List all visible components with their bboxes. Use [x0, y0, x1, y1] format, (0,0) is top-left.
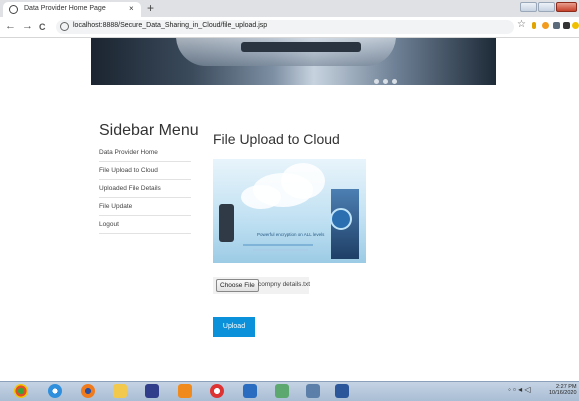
ie-icon[interactable]	[48, 384, 62, 398]
word-icon[interactable]	[335, 384, 349, 398]
globe-icon	[9, 5, 18, 14]
clock-date: 10/16/2020	[549, 390, 577, 396]
address-bar-row: ← → C localhost:8888/Secure_Data_Sharing…	[0, 17, 579, 38]
header-banner	[91, 38, 496, 85]
banner-slider-dots[interactable]	[374, 71, 401, 85]
explorer-icon[interactable]	[113, 384, 127, 398]
sidebar-item-uploaded-file-details[interactable]: Uploaded File Details	[99, 180, 191, 198]
phone-graphic	[219, 204, 234, 242]
url-field[interactable]: localhost:8888/Secure_Data_Sharing_in_Cl…	[56, 20, 514, 34]
app-icon[interactable]	[306, 384, 320, 398]
chrome-icon[interactable]	[14, 384, 28, 398]
cloud-illustration: Powerful encryption on ALL levels	[213, 159, 366, 263]
forward-button[interactable]: →	[22, 20, 33, 33]
tool-icon[interactable]	[275, 384, 289, 398]
info-icon[interactable]	[60, 22, 69, 31]
sidebar-title: Sidebar Menu	[99, 122, 199, 139]
page-title: File Upload to Cloud	[213, 131, 340, 147]
file-input[interactable]: Choose File compny details.txt	[213, 277, 311, 294]
taskbar: ◦ ▫ ◂ ◁ 2:27 PM 10/16/2020	[0, 381, 579, 401]
extension-pin-icon[interactable]	[532, 22, 536, 29]
globe-graphic	[330, 208, 352, 230]
url-text[interactable]: localhost:8888/Secure_Data_Sharing_in_Cl…	[73, 22, 267, 29]
sidebar-item-file-update[interactable]: File Update	[99, 198, 191, 216]
profile-icon[interactable]	[572, 22, 579, 29]
clock[interactable]: 2:27 PM 10/16/2020	[549, 384, 577, 396]
virtualbox-icon[interactable]	[243, 384, 257, 398]
reload-button[interactable]: C	[39, 21, 46, 34]
vlc-icon[interactable]	[178, 384, 192, 398]
selected-file-name: compny details.txt	[258, 281, 311, 288]
extension-icon[interactable]	[553, 22, 560, 29]
extension-icon[interactable]	[542, 22, 549, 29]
opera-icon[interactable]	[210, 384, 224, 398]
close-window-button[interactable]	[556, 2, 577, 12]
sidebar-menu: Data Provider Home File Upload to Cloud …	[99, 144, 191, 234]
bookmark-star-icon[interactable]: ☆	[517, 19, 526, 30]
sidebar-item-logout[interactable]: Logout	[99, 216, 191, 234]
tab-title: Data Provider Home Page	[24, 5, 106, 12]
extensions-puzzle-icon[interactable]	[563, 22, 570, 29]
upload-button[interactable]: Upload	[213, 317, 255, 337]
maximize-button[interactable]	[538, 2, 555, 12]
browser-tab-bar: Data Provider Home Page × +	[0, 0, 579, 17]
minimize-button[interactable]	[520, 2, 537, 12]
firefox-icon[interactable]	[81, 384, 95, 398]
image-caption: Powerful encryption on ALL levels	[257, 232, 325, 237]
media-player-icon[interactable]	[145, 384, 159, 398]
browser-tab[interactable]: Data Provider Home Page ×	[3, 2, 141, 17]
tab-close-icon[interactable]: ×	[129, 4, 134, 14]
sidebar-item-file-upload[interactable]: File Upload to Cloud	[99, 162, 191, 180]
new-tab-button[interactable]: +	[147, 1, 154, 15]
sidebar-item-data-provider-home[interactable]: Data Provider Home	[99, 144, 191, 162]
back-button[interactable]: ←	[5, 20, 16, 33]
choose-file-button[interactable]: Choose File	[216, 279, 259, 292]
banner-device-graphic	[241, 42, 361, 52]
system-tray-icons[interactable]: ◦ ▫ ◂ ◁	[508, 385, 531, 394]
